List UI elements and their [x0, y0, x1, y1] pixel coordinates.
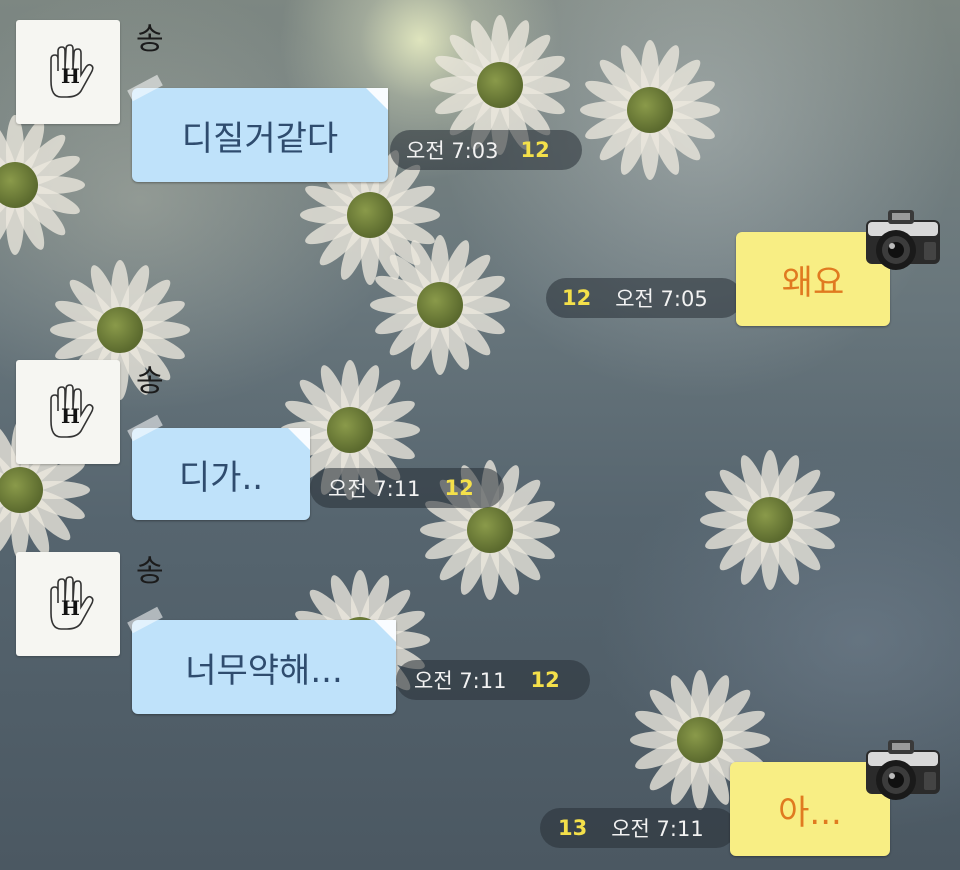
message-bubble[interactable]: 너무약해...	[132, 620, 396, 714]
avatar[interactable]: H	[16, 20, 120, 124]
flower-center	[627, 87, 673, 133]
avatar[interactable]: H	[16, 360, 120, 464]
svg-text:H: H	[61, 64, 80, 88]
unread-count: 12	[530, 668, 560, 692]
message-meta: 13 오전 7:11	[540, 808, 736, 848]
message-time: 오전 7:03	[406, 139, 499, 163]
unread-count: 12	[562, 286, 592, 310]
hand-logo-icon: H	[50, 44, 94, 98]
message-text: 너무약해...	[185, 650, 343, 691]
flower-center	[477, 62, 523, 108]
camera-icon	[866, 210, 940, 270]
sender-name: 송	[136, 554, 164, 589]
message-time: 오전 7:05	[615, 287, 708, 311]
unread-count: 12	[520, 138, 550, 162]
sender-name: 송	[136, 364, 164, 399]
message-text: 왜요	[781, 262, 845, 303]
flower-center	[747, 497, 793, 543]
message-bubble[interactable]: 디질거같다	[132, 88, 388, 182]
svg-text:H: H	[61, 404, 80, 428]
message-meta: 오전 7:11 12	[310, 468, 504, 508]
message-text: 디가..	[178, 457, 264, 498]
unread-count: 13	[558, 816, 588, 840]
camera-icon	[866, 740, 940, 800]
svg-text:H: H	[61, 596, 80, 620]
avatar[interactable]: H	[16, 552, 120, 656]
hand-logo-icon: H	[50, 576, 94, 630]
flower-center	[417, 282, 463, 328]
message-time: 오전 7:11	[414, 669, 507, 693]
message-text: 아...	[778, 792, 842, 833]
message-meta: 12 오전 7:05	[546, 278, 742, 318]
unread-count: 12	[444, 476, 474, 500]
flower-center	[347, 192, 393, 238]
message-meta: 오전 7:03 12	[390, 130, 582, 170]
flower-center	[97, 307, 143, 353]
hand-logo-icon: H	[50, 384, 94, 438]
sender-name: 송	[136, 22, 164, 57]
message-text: 디질거같다	[181, 118, 339, 159]
message-meta: 오전 7:11 12	[396, 660, 590, 700]
message-time: 오전 7:11	[611, 817, 704, 841]
flower-center	[467, 507, 513, 553]
message-time: 오전 7:11	[328, 477, 421, 501]
flower-center	[327, 407, 373, 453]
message-bubble[interactable]: 디가..	[132, 428, 310, 520]
flower-center	[677, 717, 723, 763]
